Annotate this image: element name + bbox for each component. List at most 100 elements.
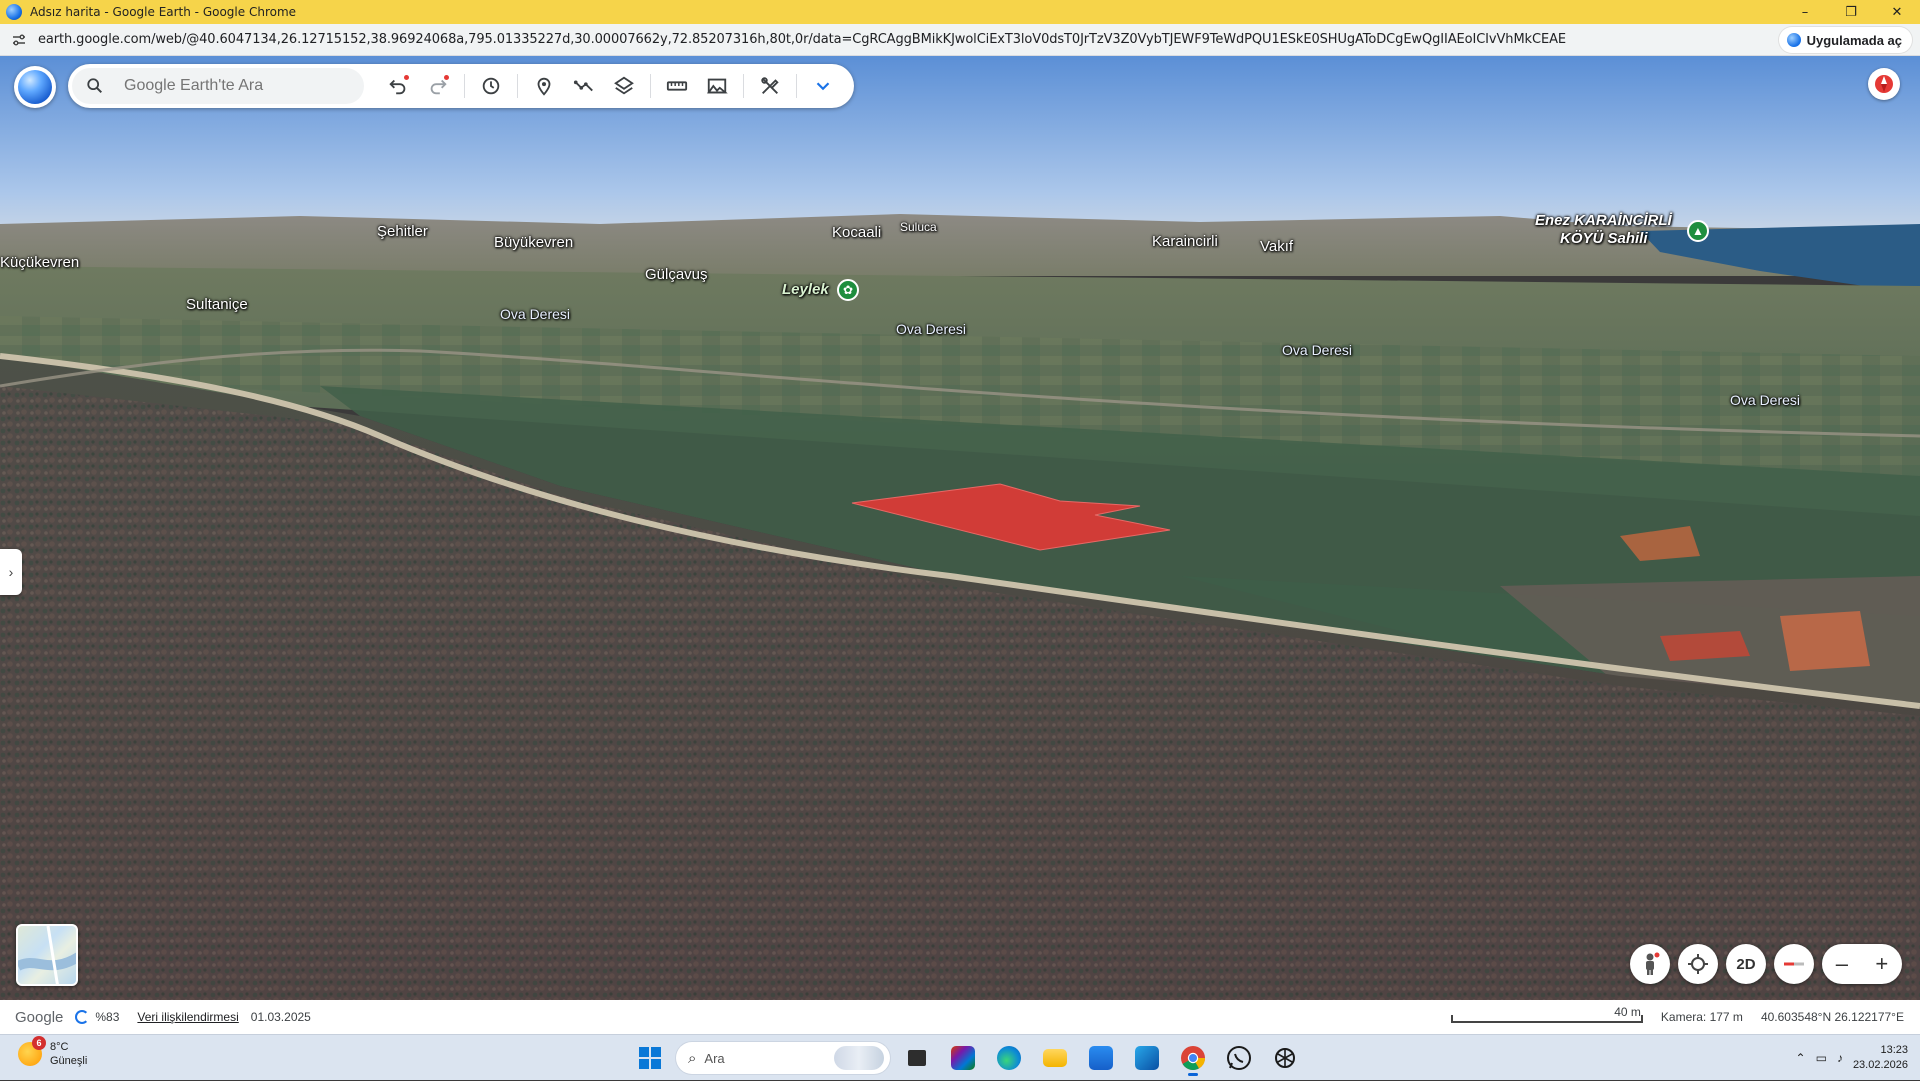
camera-altitude: Kamera: 177 m bbox=[1660, 1010, 1743, 1024]
tray-overflow-icon[interactable]: ⌃ bbox=[1796, 1051, 1806, 1065]
zoom-in-button[interactable]: + bbox=[1875, 951, 1888, 977]
close-button[interactable]: ✕ bbox=[1874, 0, 1920, 24]
capture-image-button[interactable] bbox=[697, 66, 737, 106]
weather-widget[interactable]: 6 8°C Güneşli bbox=[18, 1036, 87, 1068]
poi-label-enez-line2[interactable]: KÖYÜ Sahili bbox=[1560, 230, 1648, 247]
poi-label-leylek[interactable]: Leylek bbox=[782, 281, 829, 298]
window-titlebar: Adsız harita - Google Earth - Google Chr… bbox=[0, 0, 1920, 24]
undo-indicator-dot bbox=[404, 75, 409, 80]
main-toolbar bbox=[68, 64, 854, 108]
toolbar-separator bbox=[464, 74, 465, 98]
search-input[interactable] bbox=[122, 76, 342, 96]
maximize-button[interactable]: ❐ bbox=[1828, 0, 1874, 24]
zoom-out-button[interactable]: – bbox=[1836, 951, 1848, 977]
side-panel-toggle[interactable]: › bbox=[0, 549, 22, 595]
place-label-vakif[interactable]: Vakıf bbox=[1260, 238, 1293, 255]
whatsapp-app[interactable] bbox=[1220, 1039, 1258, 1077]
river-label-ova-3[interactable]: Ova Deresi bbox=[1282, 342, 1352, 358]
river-label-ova-4[interactable]: Ova Deresi bbox=[1730, 392, 1800, 408]
chrome-icon bbox=[1181, 1046, 1205, 1071]
scale-label: 40 m bbox=[1614, 1005, 1641, 1019]
taskbar-search-label: Ara bbox=[704, 1050, 725, 1066]
redo-button[interactable] bbox=[418, 66, 458, 106]
search-icon bbox=[87, 78, 103, 94]
cursor-coordinates: 40.603548°N 26.122177°E bbox=[1760, 1010, 1904, 1024]
history-icon bbox=[482, 77, 500, 95]
place-label-buyukevren[interactable]: Büyükevren bbox=[494, 234, 573, 251]
more-tools-button[interactable] bbox=[803, 66, 843, 106]
pegman-button[interactable] bbox=[1630, 944, 1670, 984]
task-view-button[interactable] bbox=[898, 1039, 936, 1077]
place-label-sultanice[interactable]: Sultaniçe bbox=[186, 296, 248, 313]
search-highlight-image bbox=[834, 1046, 884, 1070]
add-placemark-button[interactable] bbox=[524, 66, 564, 106]
chevron-right-icon: › bbox=[8, 564, 14, 580]
folder-icon bbox=[1043, 1049, 1067, 1067]
minimize-button[interactable]: – bbox=[1782, 0, 1828, 24]
ruler-icon bbox=[666, 81, 688, 91]
toggle-2d-button[interactable]: 2D bbox=[1726, 944, 1766, 984]
drawn-polygon[interactable] bbox=[0, 56, 1920, 1000]
network-icon[interactable]: ▭ bbox=[1816, 1051, 1827, 1065]
taskbar-search[interactable]: ⌕ Ara bbox=[676, 1042, 890, 1074]
poi-label-enez-line1[interactable]: Enez KARAİNCİRLİ bbox=[1535, 212, 1672, 229]
park-pin-icon[interactable]: ✿ bbox=[837, 279, 859, 301]
earth-3d-view[interactable]: Küçükevren Şehitler Büyükevren Kocaali S… bbox=[0, 56, 1920, 1000]
store-app[interactable] bbox=[1082, 1039, 1120, 1077]
status-bar: Google %83 Veri ilişkilendirmesi 01.03.2… bbox=[0, 1000, 1920, 1034]
google-earth-logo[interactable] bbox=[14, 66, 56, 108]
navigation-controls: 2D – + bbox=[1630, 944, 1902, 984]
site-info-icon[interactable] bbox=[10, 31, 28, 49]
edge-app[interactable] bbox=[990, 1039, 1028, 1077]
my-location-button[interactable] bbox=[1678, 944, 1718, 984]
add-path-button[interactable] bbox=[564, 66, 604, 106]
crosshair-icon bbox=[1688, 954, 1708, 974]
chatgpt-app[interactable] bbox=[1266, 1039, 1304, 1077]
scale-tick bbox=[1450, 1015, 1453, 1023]
data-attribution-link[interactable]: Veri ilişkilendirmesi bbox=[137, 1010, 238, 1024]
reset-view-button[interactable] bbox=[1774, 944, 1814, 984]
path-icon bbox=[573, 80, 593, 92]
scale-line bbox=[1450, 1021, 1643, 1023]
layers-icon bbox=[614, 76, 634, 95]
task-view-icon bbox=[908, 1050, 926, 1066]
clock[interactable]: 13:23 23.02.2026 bbox=[1853, 1043, 1908, 1073]
google-attribution: Google bbox=[15, 1008, 64, 1026]
place-label-gulcavus[interactable]: Gülçavuş bbox=[645, 266, 708, 283]
edge-icon bbox=[997, 1046, 1021, 1070]
search-box[interactable] bbox=[72, 68, 364, 104]
compass-icon bbox=[1875, 75, 1893, 93]
earth-app-icon bbox=[1786, 33, 1801, 47]
file-explorer-app[interactable] bbox=[1036, 1039, 1074, 1077]
chrome-app[interactable] bbox=[1174, 1039, 1212, 1077]
place-label-sehitler[interactable]: Şehitler bbox=[377, 223, 428, 240]
compass-button[interactable] bbox=[1868, 68, 1900, 100]
m365-app[interactable] bbox=[944, 1039, 982, 1077]
windows-logo-icon bbox=[639, 1047, 661, 1069]
pin-icon bbox=[537, 77, 551, 96]
map-type-thumbnail[interactable] bbox=[16, 924, 78, 986]
undo-button[interactable] bbox=[378, 66, 418, 106]
historical-imagery-button[interactable] bbox=[471, 66, 511, 106]
volume-icon[interactable]: ♪ bbox=[1837, 1051, 1843, 1065]
url-field[interactable]: earth.google.com/web/@40.6047134,26.1271… bbox=[38, 32, 1566, 47]
place-label-kucukevren[interactable]: Küçükevren bbox=[0, 254, 79, 271]
tools-button[interactable] bbox=[750, 66, 790, 106]
river-label-ova-1[interactable]: Ova Deresi bbox=[500, 306, 570, 322]
place-label-kocaali[interactable]: Kocaali bbox=[832, 224, 881, 241]
image-icon bbox=[706, 78, 728, 94]
scale-tick bbox=[1640, 1015, 1643, 1023]
map-style-button[interactable] bbox=[604, 66, 644, 106]
place-label-suluca[interactable]: Suluca bbox=[900, 220, 937, 234]
clock-date: 23.02.2026 bbox=[1852, 1059, 1908, 1071]
loading-spinner-icon bbox=[75, 1010, 90, 1024]
measure-button[interactable] bbox=[657, 66, 697, 106]
outlook-app[interactable] bbox=[1128, 1039, 1166, 1077]
open-in-app-button[interactable]: Uygulamada aç bbox=[1778, 27, 1912, 53]
river-label-ova-2[interactable]: Ova Deresi bbox=[896, 321, 966, 337]
weather-badge: 6 bbox=[32, 1036, 46, 1050]
beach-pin-icon[interactable]: ▲ bbox=[1687, 220, 1709, 242]
start-button[interactable] bbox=[632, 1040, 668, 1076]
address-bar: earth.google.com/web/@40.6047134,26.1271… bbox=[0, 24, 1920, 56]
place-label-karaincirli[interactable]: Karaincirli bbox=[1152, 233, 1218, 250]
